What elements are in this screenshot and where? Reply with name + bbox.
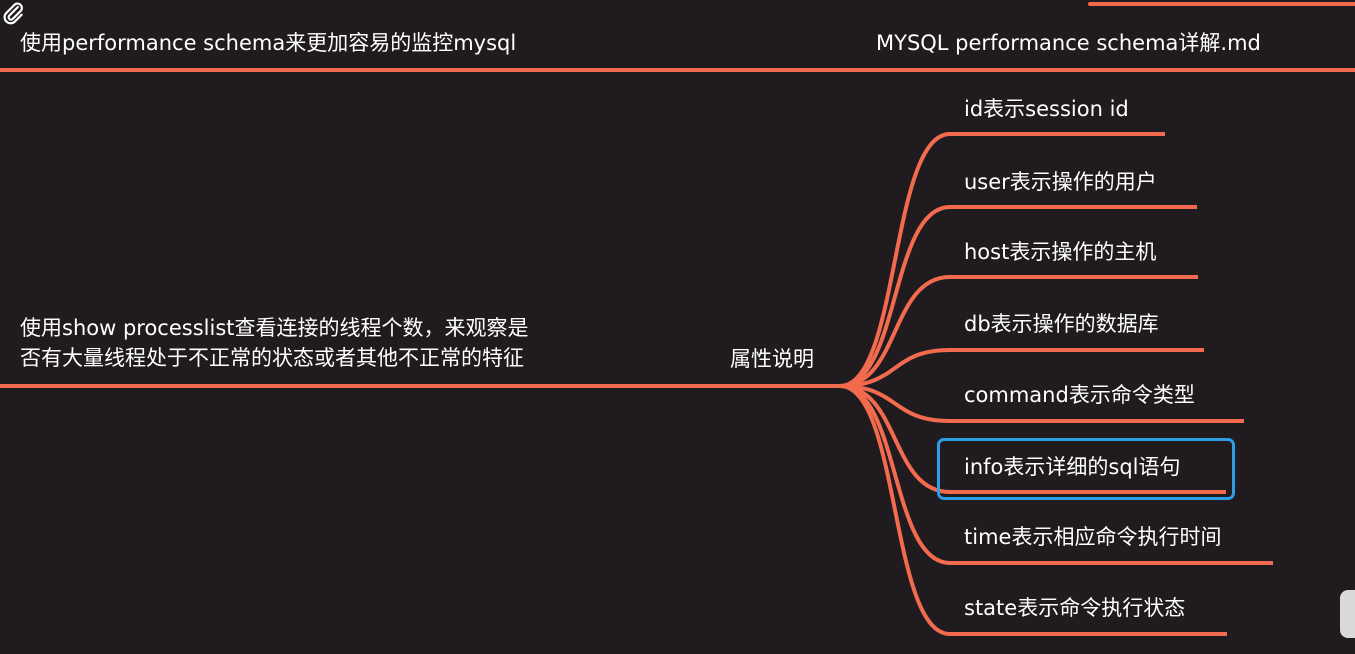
child-node-5[interactable]: command表示命令类型 [964,380,1195,410]
window-corner-handle[interactable] [1340,590,1355,638]
selection-highlight [937,438,1235,500]
child-connector-2 [839,205,1197,388]
child-node-8[interactable]: state表示命令执行状态 [964,593,1185,623]
child-node-7[interactable]: time表示相应命令执行时间 [964,522,1221,552]
mindmap-canvas: 使用performance schema来更加容易的监控mysql MYSQL … [0,0,1355,654]
main-node-line-1: 使用show processlist查看连接的线程个数，来观察是 [20,316,529,340]
top-node-link[interactable]: MYSQL performance schema详解.md [876,28,1261,58]
child-node-3[interactable]: host表示操作的主机 [964,237,1156,267]
main-node[interactable]: 使用show processlist查看连接的线程个数，来观察是 否有大量线程处… [20,313,620,373]
child-node-2[interactable]: user表示操作的用户 [964,167,1157,197]
top-node-title[interactable]: 使用performance schema来更加容易的监控mysql [20,28,516,58]
paperclip-icon[interactable] [0,0,26,26]
child-node-1[interactable]: id表示session id [964,94,1129,124]
child-node-4[interactable]: db表示操作的数据库 [964,309,1159,339]
branch-node-label[interactable]: 属性说明 [730,344,814,374]
main-node-line-2: 否有大量线程处于不正常的状态或者其他不正常的特征 [20,346,524,370]
